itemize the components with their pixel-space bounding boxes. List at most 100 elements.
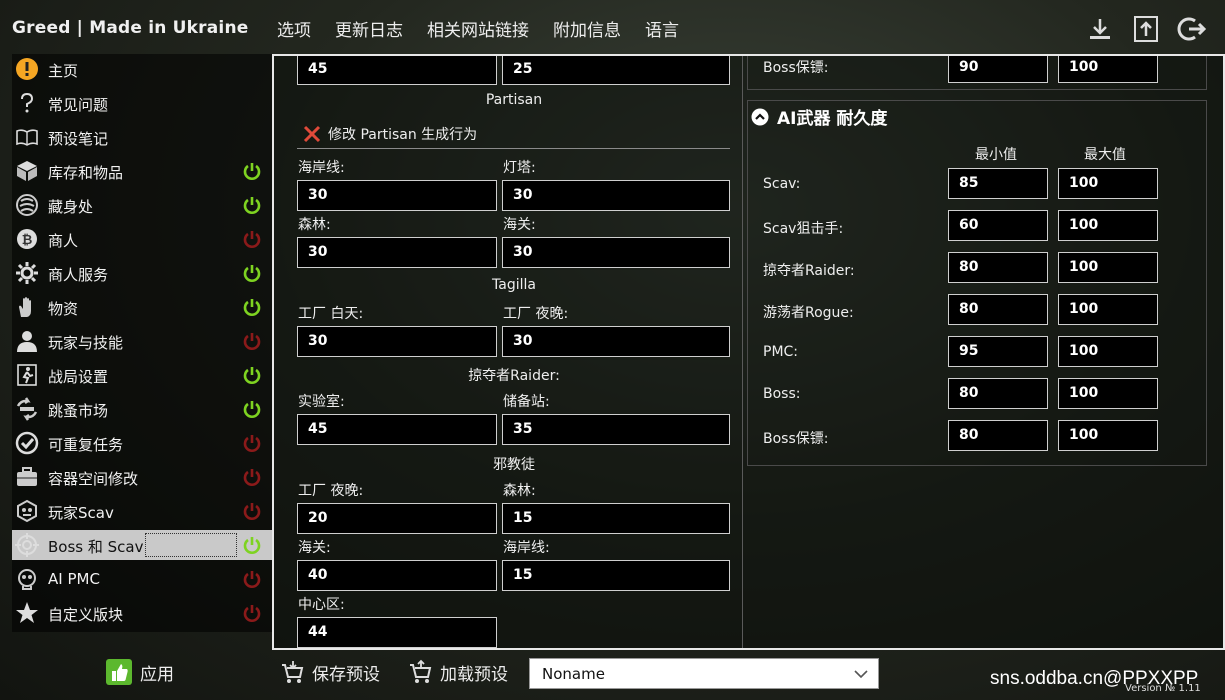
weapon-min-field[interactable]: 80 xyxy=(948,294,1048,325)
sidebar-item-4[interactable]: 藏身处 xyxy=(12,190,272,220)
factory-day-field[interactable]: 30 xyxy=(297,326,497,357)
power-toggle-icon[interactable] xyxy=(242,603,262,623)
power-toggle-icon[interactable] xyxy=(242,535,262,555)
cultist-factory-night-field[interactable]: 20 xyxy=(297,503,497,534)
preset-select-value: Noname xyxy=(542,665,605,683)
cultist-center-label: 中心区: xyxy=(298,597,345,613)
cultist-factory-night-label: 工厂 夜晚: xyxy=(298,483,364,499)
woods-label: 森林: xyxy=(298,217,331,233)
lighthouse-label: 灯塔: xyxy=(503,160,536,176)
load-preset-label: 加载预设 xyxy=(440,664,508,685)
sidebar-item-3[interactable]: 库存和物品 xyxy=(12,156,272,186)
sidebar-item-5[interactable]: ₿ 商人 xyxy=(12,224,272,254)
sidebar-item-10[interactable]: 跳蚤市场 xyxy=(12,394,272,424)
user-icon xyxy=(15,329,39,353)
factory-night-field[interactable]: 30 xyxy=(502,326,730,357)
sidebar-item-label: 玩家Scav xyxy=(48,504,114,522)
weapon-min-field[interactable]: 80 xyxy=(948,252,1048,283)
power-toggle-icon[interactable] xyxy=(242,569,262,589)
weapon-min-field[interactable]: 95 xyxy=(948,336,1048,367)
download-icon[interactable] xyxy=(1085,14,1115,44)
sidebar-item-2[interactable]: 预设笔记 xyxy=(12,122,272,152)
svg-text:₿: ₿ xyxy=(22,233,33,248)
sidebar-item-14[interactable]: Boss 和 Scav xyxy=(12,530,272,560)
upload-icon[interactable] xyxy=(1131,14,1161,44)
weapon-min-field[interactable]: 80 xyxy=(948,420,1048,451)
load-preset-button[interactable]: 加载预设 xyxy=(408,659,508,685)
power-toggle-icon[interactable] xyxy=(242,161,262,181)
sidebar-item-6[interactable]: 商人服务 xyxy=(12,258,272,288)
sidebar-item-8[interactable]: 玩家与技能 xyxy=(12,326,272,356)
sidebar-item-label: 库存和物品 xyxy=(48,164,124,182)
power-toggle-icon[interactable] xyxy=(242,195,262,215)
tagilla-title: Tagilla xyxy=(492,277,536,293)
weapon-max-field[interactable]: 100 xyxy=(1058,252,1158,283)
weapon-max-field[interactable]: 100 xyxy=(1058,168,1158,199)
power-toggle-icon[interactable] xyxy=(242,399,262,419)
weapon-min-field[interactable]: 80 xyxy=(948,378,1048,409)
weapon-min-field[interactable]: 60 xyxy=(948,210,1048,241)
cart-icon xyxy=(410,659,432,683)
power-toggle-icon[interactable] xyxy=(242,229,262,249)
weapon-max-field[interactable]: 100 xyxy=(1058,378,1158,409)
top-field-1[interactable]: 45 xyxy=(297,56,497,85)
power-toggle-icon[interactable] xyxy=(242,331,262,351)
sidebar-item-11[interactable]: 可重复任务 xyxy=(12,428,272,458)
power-toggle-icon[interactable] xyxy=(242,365,262,385)
reserve-field[interactable]: 35 xyxy=(502,414,730,445)
bottom-bar: 应用 保存预设 加载预设 Noname sns.oddba.cn@PPXXPP … xyxy=(0,650,1225,700)
power-toggle-icon[interactable] xyxy=(242,297,262,317)
menu-links[interactable]: 相关网站链接 xyxy=(427,16,529,41)
weapon-section-header[interactable]: AI武器 耐久度 xyxy=(751,104,887,129)
top-field-2[interactable]: 25 xyxy=(502,56,730,85)
sidebar-item-label: 藏身处 xyxy=(48,198,94,216)
menu-changelog[interactable]: 更新日志 xyxy=(335,16,403,41)
menu-options[interactable]: 选项 xyxy=(277,16,311,41)
partisan-toggle[interactable]: 修改 Partisan 生成行为 xyxy=(302,124,477,144)
power-toggle-icon[interactable] xyxy=(242,263,262,283)
power-toggle-icon[interactable] xyxy=(242,467,262,487)
cultist-shoreline-field[interactable]: 15 xyxy=(502,560,730,591)
cultist-customs-field[interactable]: 40 xyxy=(297,560,497,591)
top-escort-max-field[interactable]: 100 xyxy=(1058,56,1158,83)
weapon-max-field[interactable]: 100 xyxy=(1058,336,1158,367)
lab-field[interactable]: 45 xyxy=(297,414,497,445)
save-preset-button[interactable]: 保存预设 xyxy=(280,659,380,685)
menu-language[interactable]: 语言 xyxy=(645,16,679,41)
shoreline-field[interactable]: 30 xyxy=(297,180,497,211)
top-escort-min-field[interactable]: 90 xyxy=(948,56,1048,83)
weapon-min-field[interactable]: 85 xyxy=(948,168,1048,199)
woods-field[interactable]: 30 xyxy=(297,237,497,268)
customs-field[interactable]: 30 xyxy=(502,237,730,268)
weapon-max-field[interactable]: 100 xyxy=(1058,210,1158,241)
sidebar-item-label: 玩家与技能 xyxy=(48,334,124,352)
menu-extra-info[interactable]: 附加信息 xyxy=(553,16,621,41)
sidebar-item-13[interactable]: 玩家Scav xyxy=(12,496,272,526)
apply-label: 应用 xyxy=(140,664,174,685)
cultist-center-field[interactable]: 44 xyxy=(297,617,497,648)
power-toggle-icon[interactable] xyxy=(242,501,262,521)
separator xyxy=(297,148,730,149)
weapon-max-field[interactable]: 100 xyxy=(1058,420,1158,451)
scav-icon xyxy=(15,499,39,523)
chevron-up-icon[interactable] xyxy=(751,108,769,126)
sidebar-item-7[interactable]: 物资 xyxy=(12,292,272,322)
preset-select[interactable]: Noname xyxy=(529,658,879,689)
cultist-woods-field[interactable]: 15 xyxy=(502,503,730,534)
sidebar-item-16[interactable]: 自定义版块 xyxy=(12,598,272,628)
weapon-max-field[interactable]: 100 xyxy=(1058,294,1158,325)
lighthouse-field[interactable]: 30 xyxy=(502,180,730,211)
min-header: 最小值 xyxy=(975,147,1017,163)
logout-icon[interactable] xyxy=(1177,14,1207,44)
sidebar-item-15[interactable]: AI PMC xyxy=(12,564,272,594)
focus-outline xyxy=(145,533,237,557)
app-title: Greed | Made in Ukraine xyxy=(12,18,249,38)
sidebar-item-0[interactable]: 主页 xyxy=(12,54,272,84)
apply-button[interactable]: 应用 xyxy=(106,659,174,685)
sidebar-item-9[interactable]: 战局设置 xyxy=(12,360,272,390)
close-icon[interactable] xyxy=(302,124,322,144)
sidebar-item-1[interactable]: 常见问题 xyxy=(12,88,272,118)
sidebar-item-label: 预设笔记 xyxy=(48,130,109,148)
power-toggle-icon[interactable] xyxy=(242,433,262,453)
sidebar-item-12[interactable]: 容器空间修改 xyxy=(12,462,272,492)
